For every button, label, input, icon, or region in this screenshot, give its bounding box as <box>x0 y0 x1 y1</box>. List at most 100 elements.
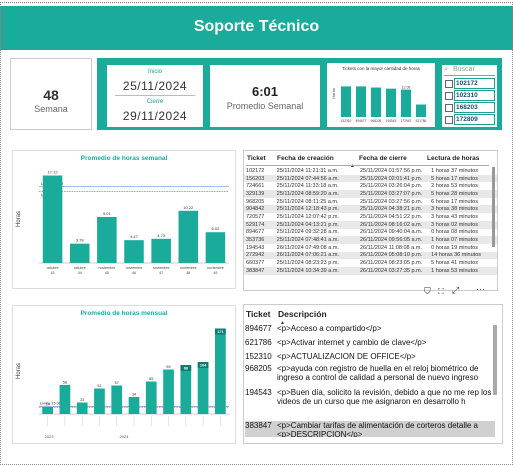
table-cell: 25/11/2024 01:57:56 p.m. <box>359 167 423 174</box>
table-row[interactable]: 894677 25/11/2024 09:32:28 a.m. 26/11/2024… <box>244 229 497 237</box>
month-bar[interactable] <box>215 328 226 415</box>
table-cell: 353736 <box>246 237 265 244</box>
expand-icon[interactable]: ⛶ <box>438 287 444 297</box>
description-cell: <p>ACTUALIZACION DE OFFICE</p> <box>277 352 416 361</box>
table-row[interactable]: 156203 25/11/2024 07:44:56 a.m. 25/11/2024… <box>244 174 497 183</box>
table-cell: 1 horas 53 minutos <box>431 267 478 274</box>
col-ticket[interactable]: Ticket <box>247 155 266 162</box>
week-bar[interactable] <box>69 243 90 263</box>
year-label: 2023 <box>45 434 55 439</box>
checkbox[interactable] <box>445 92 453 100</box>
table-cell: 25/11/2024 12:18:43 p.m. <box>276 206 339 213</box>
table-row[interactable]: 329139 25/11/2024 08:59:20 a.m. 25/11/2024… <box>244 190 497 198</box>
search-input[interactable]: Buscar <box>453 66 475 73</box>
table-cell: 25/11/2024 04:51:22 p.m. <box>359 213 423 220</box>
month-bar[interactable] <box>111 385 123 415</box>
week-bar[interactable] <box>124 240 144 263</box>
month-bar[interactable] <box>163 369 174 415</box>
mini-bar[interactable] <box>386 88 396 117</box>
mini-bar[interactable] <box>341 86 351 117</box>
mini-bar-label: 621786 <box>416 119 427 123</box>
filter-icon[interactable]: ⛉ <box>424 286 431 297</box>
table-row[interactable]: 194543 26/11/2024 07:49:08 a.m. 26/11/2024… <box>244 244 497 252</box>
week-bar[interactable] <box>178 210 199 263</box>
checkbox[interactable] <box>445 116 453 124</box>
table-scrollbar[interactable] <box>492 167 495 247</box>
col-description[interactable]: Descripción <box>278 309 327 319</box>
description-row[interactable]: 194543 <p>Buen día, solicito la revisión,… <box>245 388 495 408</box>
month-bar[interactable] <box>42 407 53 414</box>
description-row[interactable]: 621786 <p>Activar internet y cambio de cl… <box>245 338 495 348</box>
search-item[interactable]: 168203 <box>454 102 495 113</box>
more-options-icon[interactable]: ··· <box>476 284 485 294</box>
focus-mode-icon[interactable]: ⤢ <box>452 285 459 296</box>
table-row[interactable]: 529174 25/11/2024 04:13:21 p.m. 26/11/2024… <box>244 220 497 229</box>
table-row[interactable]: 720577 25/11/2024 12:07:42 p.m. 25/11/2024… <box>244 213 497 221</box>
table-row[interactable]: 353736 25/11/2024 07:48:41 a.m. 26/11/2024… <box>244 236 497 244</box>
description-row[interactable]: 383847 <p>Cambiar tarifas de alimentación… <box>245 421 495 437</box>
month-bar[interactable] <box>59 385 71 414</box>
mini-bar[interactable] <box>371 87 381 117</box>
end-date[interactable]: 29/11/2024 <box>107 109 203 123</box>
col-ticket-2[interactable]: Ticket <box>246 309 270 319</box>
year-label: 2024 <box>120 434 130 439</box>
table-cell: 5 horas 41 minutos <box>431 260 478 267</box>
search-item[interactable]: 102172 <box>454 78 495 89</box>
week-category-label: octubre <box>47 266 59 270</box>
description-row[interactable]: 968205 <p>ayuda con registro de huella en… <box>245 364 495 384</box>
month-bar-value: 34 <box>132 393 136 397</box>
table-row[interactable]: 272942 26/11/2024 07:06:21 a.m. 26/11/2024… <box>244 251 497 260</box>
week-bar[interactable] <box>205 232 226 263</box>
week-bar[interactable] <box>151 238 171 263</box>
ticket-cell: 383847 <box>245 421 272 430</box>
ticket-search-card: ⌕ Buscar 102172 102310 168203 172809 <box>442 65 497 127</box>
week-category-number: 46 <box>132 271 136 275</box>
month-bar[interactable] <box>145 381 157 415</box>
month-bar[interactable] <box>197 362 209 414</box>
mini-bar[interactable] <box>416 104 426 117</box>
table-cell: 26/11/2024 09:40:04 a.m. <box>359 229 423 236</box>
table-row[interactable]: 968205 25/11/2024 08:11:25 a.m. 25/11/2024… <box>244 198 497 206</box>
checkbox[interactable] <box>445 104 453 112</box>
table-cell: 26/11/2024 07:06:21 a.m. <box>276 252 339 259</box>
month-bar[interactable] <box>94 388 105 415</box>
date-range-card: Inicio 25/11/2024 Cierre 29/11/2024 <box>107 65 203 127</box>
week-bar[interactable] <box>42 175 63 263</box>
table-cell: 102172 <box>246 167 265 174</box>
col-hours[interactable]: Lectura de horas <box>427 155 479 162</box>
week-category-label: noviembre <box>126 266 143 270</box>
table-row[interactable]: 904842 25/11/2024 12:18:43 p.m. 25/11/2024… <box>244 205 497 214</box>
week-bar[interactable] <box>97 216 117 263</box>
table-row[interactable]: 102172 25/11/2024 11:21:31 a.m. 25/11/2024… <box>244 167 497 175</box>
table-row[interactable]: 660377 25/11/2024 08:23:23 p.m. 26/11/2024… <box>244 259 497 267</box>
table-cell: 3 horas 02 minutos <box>431 221 478 228</box>
month-bar-value: 14 <box>46 403 50 407</box>
top-tickets-y-label: Horas <box>330 88 336 99</box>
table-cell: 3 horas 43 minutos <box>431 213 478 220</box>
table-cell: 0 horas 08 minutos <box>431 229 478 236</box>
week-category-number: 44 <box>78 271 82 275</box>
start-date[interactable]: 25/11/2024 <box>107 79 203 93</box>
table-cell: 25/11/2024 09:32:28 a.m. <box>276 229 339 236</box>
tickets-table: 102172 25/11/2024 11:21:31 a.m. 25/11/2024… <box>244 167 497 275</box>
table-cell: 26/11/2024 05:08:10 p.m. <box>359 252 423 259</box>
col-closed[interactable]: Fecha de cierre <box>359 155 407 162</box>
mini-bar-label: 194543 <box>386 119 397 123</box>
description-row[interactable]: 152310 <p>ACTUALIZACION DE OFFICE</p> <box>245 352 495 362</box>
month-bar[interactable] <box>180 365 192 414</box>
search-item[interactable]: 102310 <box>454 90 495 101</box>
table-row[interactable]: 383847 25/11/2024 10:34:39 a.m. 26/11/2024… <box>244 266 497 275</box>
description-cell: <p>Acceso a compartido</p> <box>277 324 382 333</box>
col-created[interactable]: Fecha de creación <box>277 155 334 162</box>
description-row[interactable]: 894677 <p>Acceso a compartido</p> <box>245 324 495 334</box>
month-bar[interactable] <box>128 397 140 414</box>
table-row[interactable]: 724661 25/11/2024 11:33:18 a.m. 25/11/2024… <box>244 182 497 190</box>
checkbox[interactable] <box>445 80 453 88</box>
mini-bar[interactable] <box>401 89 411 117</box>
search-item[interactable]: 172809 <box>454 114 495 125</box>
month-bar[interactable] <box>76 402 88 415</box>
table-cell: 26/11/2024 03:27:35 p.m. <box>359 267 423 274</box>
month-bar-value: 23 <box>80 398 84 402</box>
week-bar-value: 10.22 <box>183 205 194 210</box>
mini-bar[interactable] <box>356 86 366 117</box>
